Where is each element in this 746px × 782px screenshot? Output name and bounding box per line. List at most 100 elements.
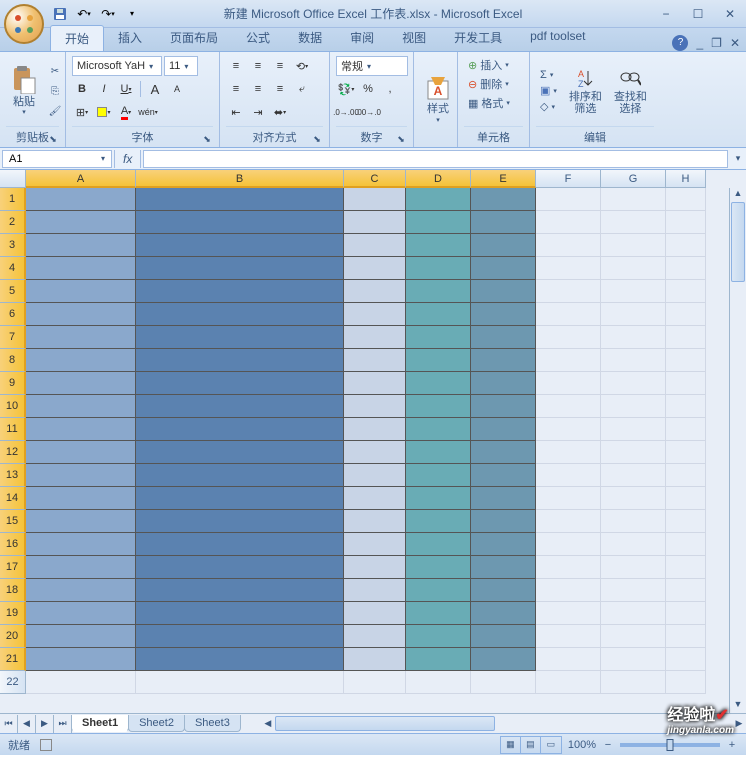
cell[interactable] bbox=[136, 671, 344, 694]
row-header-7[interactable]: 7 bbox=[0, 326, 26, 349]
cell[interactable] bbox=[344, 234, 406, 257]
cell[interactable] bbox=[406, 418, 471, 441]
ribbon-tab-8[interactable]: pdf toolset bbox=[516, 25, 599, 51]
cell[interactable] bbox=[344, 671, 406, 694]
row-header-2[interactable]: 2 bbox=[0, 211, 26, 234]
cell[interactable] bbox=[471, 372, 536, 395]
view-pagebreak-icon[interactable]: ▭ bbox=[541, 737, 561, 753]
cell[interactable] bbox=[26, 510, 136, 533]
cell[interactable] bbox=[344, 257, 406, 280]
cell[interactable] bbox=[471, 326, 536, 349]
ribbon-tab-6[interactable]: 视图 bbox=[388, 25, 440, 51]
cell[interactable] bbox=[406, 579, 471, 602]
cell[interactable] bbox=[406, 257, 471, 280]
cell[interactable] bbox=[471, 671, 536, 694]
cell[interactable] bbox=[471, 418, 536, 441]
scroll-right-icon[interactable]: ▶ bbox=[732, 715, 746, 732]
cell[interactable] bbox=[666, 625, 706, 648]
save-icon[interactable] bbox=[50, 4, 70, 24]
cell[interactable] bbox=[666, 326, 706, 349]
delete-cells-button[interactable]: ⊖删除▾ bbox=[464, 75, 523, 93]
cell[interactable] bbox=[136, 257, 344, 280]
cell[interactable] bbox=[344, 418, 406, 441]
currency-button[interactable]: 💱▾ bbox=[336, 79, 356, 99]
cell[interactable] bbox=[344, 579, 406, 602]
col-header-H[interactable]: H bbox=[666, 170, 706, 188]
cell[interactable] bbox=[471, 648, 536, 671]
col-header-C[interactable]: C bbox=[344, 170, 406, 188]
cell[interactable] bbox=[471, 556, 536, 579]
cell[interactable] bbox=[471, 441, 536, 464]
cell[interactable] bbox=[136, 533, 344, 556]
vscroll-thumb[interactable] bbox=[731, 202, 745, 282]
cell[interactable] bbox=[406, 602, 471, 625]
cell[interactable] bbox=[344, 326, 406, 349]
cell[interactable] bbox=[344, 625, 406, 648]
cell[interactable] bbox=[601, 211, 666, 234]
wrap-text-button[interactable]: ⤶ bbox=[292, 79, 312, 99]
insert-cells-button[interactable]: ⊕插入▾ bbox=[464, 56, 523, 74]
cell[interactable] bbox=[471, 510, 536, 533]
ribbon-tab-2[interactable]: 页面布局 bbox=[156, 25, 232, 51]
cell[interactable] bbox=[406, 372, 471, 395]
cell[interactable] bbox=[666, 441, 706, 464]
cell[interactable] bbox=[406, 671, 471, 694]
number-launcher-icon[interactable]: ⬊ bbox=[395, 133, 407, 145]
cell[interactable] bbox=[601, 510, 666, 533]
cell[interactable] bbox=[601, 234, 666, 257]
bold-button[interactable]: B bbox=[72, 79, 92, 99]
cell[interactable] bbox=[344, 533, 406, 556]
cell[interactable] bbox=[536, 625, 601, 648]
row-header-14[interactable]: 14 bbox=[0, 487, 26, 510]
font-name-combo[interactable]: Microsoft YaH▾ bbox=[72, 56, 162, 76]
row-header-17[interactable]: 17 bbox=[0, 556, 26, 579]
phonetic-button[interactable]: wén▾ bbox=[138, 102, 158, 122]
name-box[interactable]: A1▾ bbox=[2, 150, 112, 168]
paste-button[interactable]: 粘贴 ▾ bbox=[6, 56, 42, 126]
cell[interactable] bbox=[344, 211, 406, 234]
underline-button[interactable]: U▾ bbox=[116, 79, 136, 99]
cell[interactable] bbox=[666, 372, 706, 395]
cell[interactable] bbox=[471, 487, 536, 510]
cell[interactable] bbox=[601, 372, 666, 395]
cell[interactable] bbox=[471, 625, 536, 648]
autosum-button[interactable]: Σ▾ bbox=[536, 68, 561, 82]
row-header-10[interactable]: 10 bbox=[0, 395, 26, 418]
row-header-9[interactable]: 9 bbox=[0, 372, 26, 395]
mdi-restore-button[interactable]: ❐ bbox=[711, 36, 722, 50]
cell[interactable] bbox=[136, 326, 344, 349]
cell[interactable] bbox=[26, 303, 136, 326]
row-header-22[interactable]: 22 bbox=[0, 671, 26, 694]
cell[interactable] bbox=[471, 533, 536, 556]
cell-grid[interactable] bbox=[26, 188, 706, 694]
cell[interactable] bbox=[136, 395, 344, 418]
cut-icon[interactable]: ✂ bbox=[46, 62, 64, 80]
ribbon-tab-0[interactable]: 开始 bbox=[50, 25, 104, 51]
cell[interactable] bbox=[471, 234, 536, 257]
cell[interactable] bbox=[471, 188, 536, 211]
cell[interactable] bbox=[601, 464, 666, 487]
macro-record-icon[interactable] bbox=[40, 739, 52, 751]
font-size-combo[interactable]: 11▾ bbox=[164, 56, 198, 76]
cell[interactable] bbox=[601, 487, 666, 510]
cell[interactable] bbox=[471, 395, 536, 418]
cell[interactable] bbox=[136, 211, 344, 234]
row-header-21[interactable]: 21 bbox=[0, 648, 26, 671]
cell[interactable] bbox=[344, 464, 406, 487]
cell[interactable] bbox=[136, 234, 344, 257]
cell[interactable] bbox=[536, 441, 601, 464]
cell[interactable] bbox=[536, 464, 601, 487]
cell[interactable] bbox=[601, 556, 666, 579]
zoom-in-icon[interactable]: + bbox=[726, 739, 738, 751]
cell[interactable] bbox=[406, 625, 471, 648]
minimize-button[interactable]: − bbox=[650, 2, 682, 26]
cell[interactable] bbox=[136, 602, 344, 625]
font-launcher-icon[interactable]: ⬊ bbox=[201, 133, 213, 145]
number-format-combo[interactable]: 常规▾ bbox=[336, 56, 408, 76]
maximize-button[interactable]: ☐ bbox=[682, 2, 714, 26]
cell[interactable] bbox=[666, 395, 706, 418]
cell[interactable] bbox=[136, 579, 344, 602]
cell[interactable] bbox=[136, 372, 344, 395]
cell[interactable] bbox=[601, 303, 666, 326]
row-header-16[interactable]: 16 bbox=[0, 533, 26, 556]
